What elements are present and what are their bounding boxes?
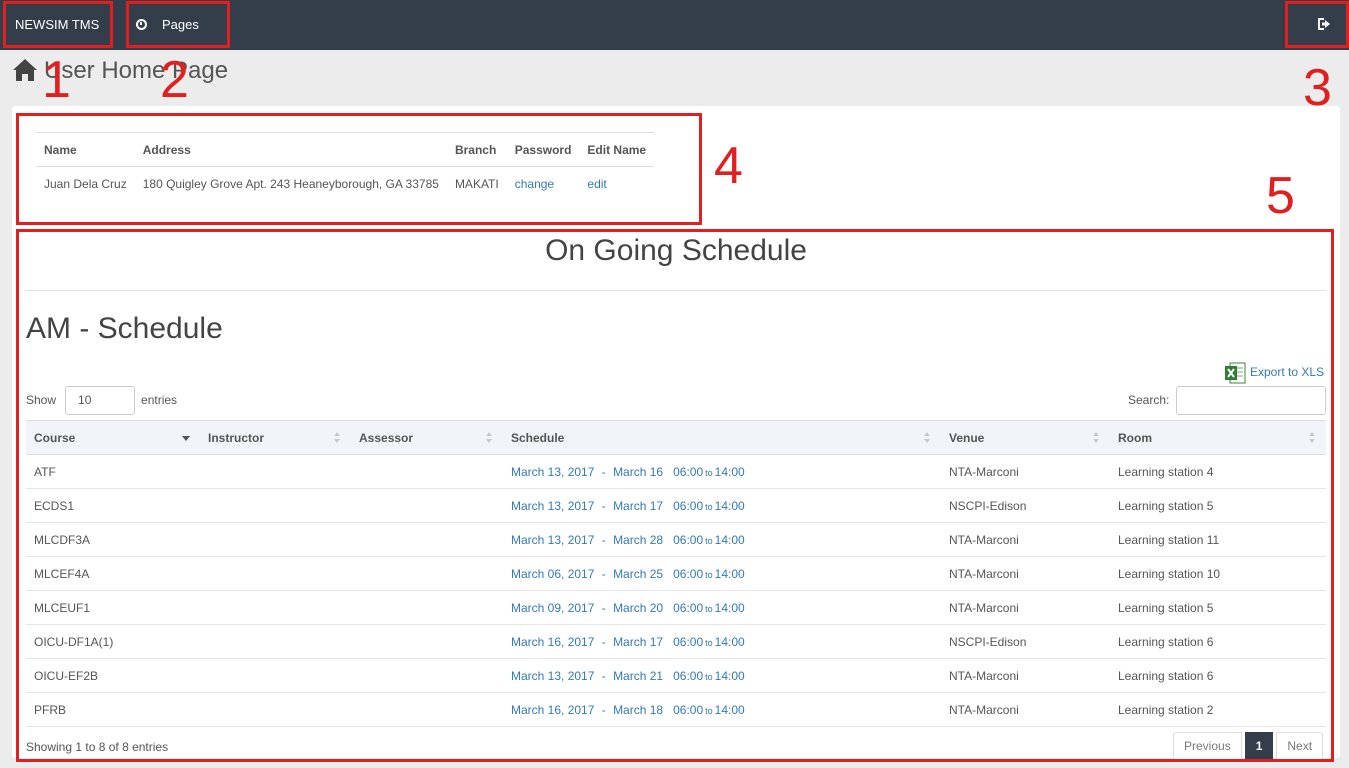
home-icon: [13, 59, 37, 81]
annotation-label-2: 2: [160, 51, 189, 109]
annotation-box-2: [126, 1, 230, 48]
annotation-box-1: [3, 1, 113, 48]
annotation-label-1: 1: [42, 51, 71, 109]
annotation-label-4: 4: [714, 137, 743, 195]
annotation-label-3: 3: [1303, 59, 1332, 117]
page-title: User Home Page: [44, 57, 229, 84]
annotation-box-5: [16, 229, 1334, 762]
annotation-label-5: 5: [1266, 167, 1295, 225]
annotation-box-4: [16, 113, 702, 225]
annotation-box-3: [1285, 1, 1349, 48]
